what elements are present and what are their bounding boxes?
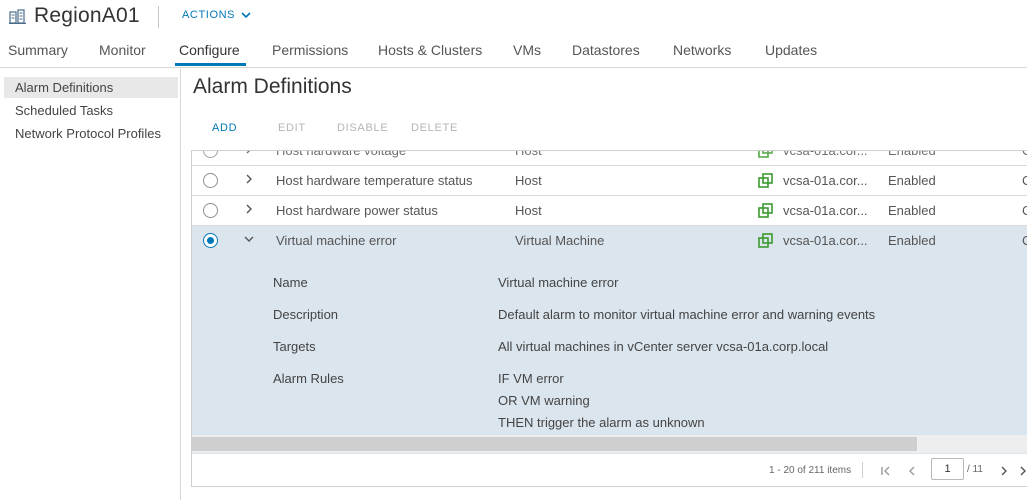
footer-divider	[862, 462, 863, 478]
table-row[interactable]: Host hardware power status Host vcsa-01a…	[192, 196, 1027, 226]
sidebar-item-network-protocol-profiles[interactable]: Network Protocol Profiles	[4, 123, 178, 144]
page-number-input[interactable]	[931, 458, 964, 480]
tab-configure[interactable]: Configure	[179, 42, 240, 58]
edit-button[interactable]: EDIT	[278, 122, 306, 134]
datacenter-icon	[9, 9, 26, 24]
detail-targets-label: Targets	[273, 339, 316, 354]
detail-description-value: Default alarm to monitor virtual machine…	[498, 307, 876, 322]
alarm-type: Host	[515, 150, 542, 158]
alarm-last-modified: C	[1022, 233, 1027, 248]
alarm-defined-in[interactable]: vcsa-01a.cor...	[783, 233, 868, 248]
detail-alarm-rules-label: Alarm Rules	[273, 371, 344, 386]
row-radio[interactable]	[203, 203, 218, 218]
chevron-right-icon[interactable]	[242, 202, 256, 216]
detail-name-value: Virtual machine error	[498, 275, 619, 290]
alarm-status: Enabled	[888, 203, 936, 218]
section-title: Alarm Definitions	[193, 75, 352, 98]
horizontal-scrollbar[interactable]	[192, 435, 1027, 453]
vcenter-icon	[758, 203, 773, 218]
vcenter-icon	[758, 151, 773, 158]
sidebar-item-alarm-definitions[interactable]: Alarm Definitions	[4, 77, 178, 98]
actions-label: ACTIONS	[182, 9, 236, 21]
alarm-name: Virtual machine error	[276, 233, 397, 248]
last-page-icon[interactable]	[1018, 465, 1027, 477]
table-row-selected[interactable]: Virtual machine error Virtual Machine vc…	[192, 226, 1027, 256]
alarm-type: Host	[515, 203, 542, 218]
alarm-definitions-grid: Host hardware voltage Host vcsa-01a.cor.…	[191, 150, 1027, 487]
alarm-type: Virtual Machine	[515, 233, 605, 248]
alarm-defined-in[interactable]: vcsa-01a.cor...	[783, 151, 868, 158]
grid-footer: 1 - 20 of 211 items / 11	[192, 454, 1027, 486]
alarm-last-modified: C	[1022, 203, 1027, 218]
add-button[interactable]: ADD	[212, 122, 237, 134]
row-radio[interactable]	[203, 151, 218, 158]
item-count: 1 - 20 of 211 items	[769, 465, 852, 476]
alarm-name: Host hardware temperature status	[276, 173, 473, 188]
alarm-type: Host	[515, 173, 542, 188]
chevron-down-icon[interactable]	[242, 232, 256, 246]
next-page-icon[interactable]	[998, 465, 1010, 477]
active-tab-indicator	[175, 63, 246, 66]
previous-page-icon[interactable]	[906, 465, 918, 477]
alarm-name: Host hardware voltage	[276, 150, 407, 158]
delete-button[interactable]: DELETE	[411, 122, 458, 134]
chevron-right-icon[interactable]	[242, 150, 256, 156]
alarm-rule-line: THEN trigger the alarm as unknown	[498, 415, 705, 430]
alarm-last-modified: C	[1022, 173, 1027, 188]
tab-hosts-clusters[interactable]: Hosts & Clusters	[378, 42, 482, 58]
configure-sidebar: Alarm Definitions Scheduled Tasks Networ…	[0, 69, 181, 500]
tab-updates[interactable]: Updates	[765, 42, 817, 58]
alarm-status: Enabled	[888, 233, 936, 248]
tab-permissions[interactable]: Permissions	[272, 42, 348, 58]
chevron-right-icon[interactable]	[242, 172, 256, 186]
vcenter-icon	[758, 233, 773, 248]
expanded-row-details: Virtual machine error Virtual Machine vc…	[192, 226, 1027, 456]
tab-summary[interactable]: Summary	[8, 42, 68, 58]
tab-bar: Summary Monitor Configure Permissions Ho…	[0, 38, 1027, 68]
tab-monitor[interactable]: Monitor	[99, 42, 146, 58]
table-row[interactable]: Host hardware voltage Host vcsa-01a.cor.…	[192, 150, 1027, 166]
page-title: RegionA01	[34, 4, 140, 27]
alarm-status: Enabled	[888, 173, 936, 188]
row-radio[interactable]	[203, 173, 218, 188]
detail-name-label: Name	[273, 275, 308, 290]
detail-description-label: Description	[273, 307, 339, 322]
alarm-defined-in[interactable]: vcsa-01a.cor...	[783, 173, 868, 188]
object-header: RegionA01 ACTIONS	[0, 0, 1027, 34]
tab-datastores[interactable]: Datastores	[572, 42, 640, 58]
alarm-name: Host hardware power status	[276, 203, 438, 218]
chevron-down-icon	[241, 11, 251, 18]
tab-networks[interactable]: Networks	[673, 42, 731, 58]
sidebar-item-scheduled-tasks[interactable]: Scheduled Tasks	[4, 100, 178, 121]
alarm-rule-line: IF VM error	[498, 371, 564, 386]
disable-button[interactable]: DISABLE	[337, 122, 388, 134]
row-radio-selected[interactable]	[203, 233, 218, 248]
detail-targets-value: All virtual machines in vCenter server v…	[498, 339, 829, 354]
tab-vms[interactable]: VMs	[513, 42, 541, 58]
alarm-defined-in[interactable]: vcsa-01a.cor...	[783, 203, 868, 218]
header-divider	[158, 6, 159, 28]
table-row[interactable]: Host hardware temperature status Host vc…	[192, 166, 1027, 196]
vcenter-icon	[758, 173, 773, 188]
total-pages: / 11	[967, 464, 983, 475]
alarm-rule-line: OR VM warning	[498, 393, 590, 408]
first-page-icon[interactable]	[880, 465, 892, 477]
actions-menu-button[interactable]: ACTIONS	[182, 9, 251, 21]
alarm-status: Enabled	[888, 150, 936, 158]
alarm-last-modified: C	[1022, 151, 1027, 158]
scrollbar-thumb[interactable]	[192, 437, 917, 451]
